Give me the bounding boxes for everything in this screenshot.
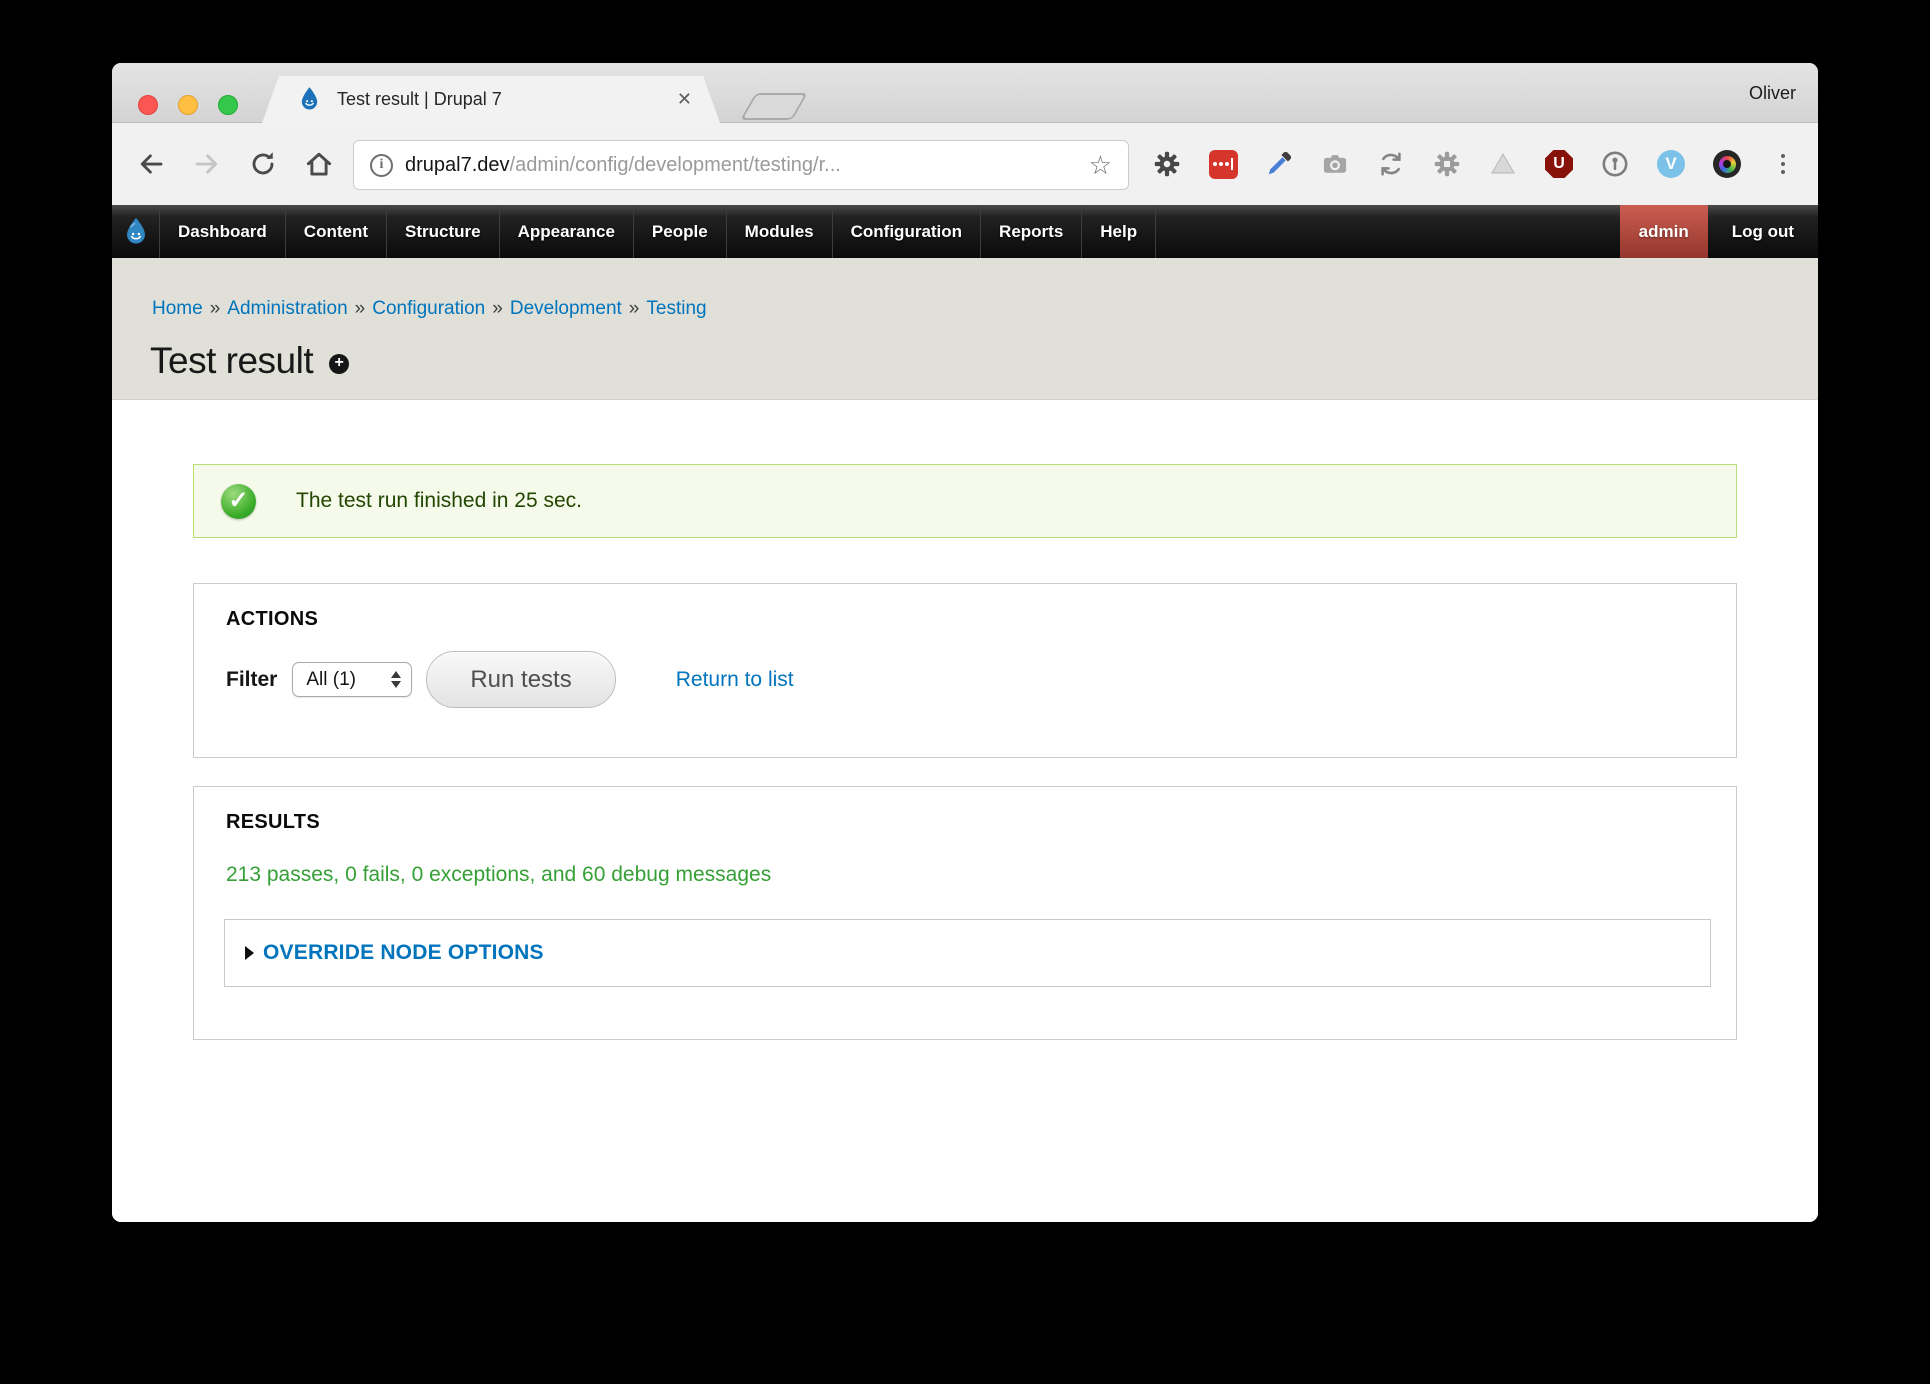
- url-path: /admin/config/development/testing/r...: [510, 154, 1081, 177]
- override-node-options-link[interactable]: OVERRIDE NODE OPTIONS: [263, 941, 544, 965]
- toolbar-item-help[interactable]: Help: [1082, 205, 1156, 258]
- toolbar-item-people[interactable]: People: [634, 205, 727, 258]
- home-icon[interactable]: [304, 149, 334, 179]
- screenshot-camera-icon[interactable]: [1320, 149, 1350, 179]
- breadcrumb-development[interactable]: Development: [510, 298, 622, 319]
- page-content: ✓ The test run finished in 25 sec. ACTIO…: [112, 400, 1818, 1222]
- actions-legend: ACTIONS: [226, 608, 318, 631]
- google-drive-icon[interactable]: [1488, 149, 1518, 179]
- extension-row: U V: [1152, 149, 1798, 179]
- breadcrumb-separator: »: [629, 298, 640, 319]
- filter-select[interactable]: All (1): [292, 662, 412, 697]
- new-tab-button[interactable]: [740, 93, 808, 120]
- lastpass-icon[interactable]: [1208, 149, 1238, 179]
- userscripts-gear-icon[interactable]: [1432, 149, 1462, 179]
- override-node-options-fieldset[interactable]: OVERRIDE NODE OPTIONS: [224, 919, 1711, 987]
- tab-close-icon[interactable]: ✕: [677, 89, 692, 110]
- camera-lens-icon[interactable]: [1712, 149, 1742, 179]
- toolbar-item-content[interactable]: Content: [286, 205, 387, 258]
- close-window-button[interactable]: [138, 95, 158, 115]
- drupal-logo-icon[interactable]: [112, 205, 160, 258]
- results-legend: RESULTS: [226, 811, 320, 834]
- return-to-list-link[interactable]: Return to list: [676, 668, 794, 692]
- page-info-icon[interactable]: i: [370, 154, 393, 177]
- key-vault-icon[interactable]: [1600, 149, 1630, 179]
- toolbar-item-structure[interactable]: Structure: [387, 205, 500, 258]
- actions-fieldset: ACTIONS Filter All (1) Run tests Return …: [193, 583, 1737, 758]
- toolbar-spacer: [1156, 205, 1620, 258]
- browser-titlebar: Test result | Drupal 7 ✕ Oliver: [112, 63, 1818, 123]
- bookmark-star-icon[interactable]: ☆: [1089, 152, 1112, 178]
- minimize-window-button[interactable]: [178, 95, 198, 115]
- toolbar-logout[interactable]: Log out: [1708, 205, 1818, 258]
- eyedropper-icon[interactable]: [1264, 149, 1294, 179]
- browser-nav-toolbar: i drupal7.dev /admin/config/development/…: [112, 123, 1818, 205]
- success-check-icon: ✓: [221, 484, 256, 519]
- drupal-favicon-icon: [296, 86, 323, 113]
- zoom-window-button[interactable]: [218, 95, 238, 115]
- status-message: ✓ The test run finished in 25 sec.: [193, 464, 1737, 538]
- collapsed-arrow-icon: [245, 946, 254, 960]
- page-header: Home » Administration » Configuration » Develo…: [112, 258, 1818, 400]
- browser-profile-name[interactable]: Oliver: [1749, 63, 1796, 123]
- toolbar-item-modules[interactable]: Modules: [727, 205, 833, 258]
- breadcrumb: Home » Administration » Configuration » Develo…: [152, 298, 707, 320]
- vimium-icon[interactable]: V: [1656, 149, 1686, 179]
- back-icon[interactable]: [136, 149, 166, 179]
- browser-window: Test result | Drupal 7 ✕ Oliver i drupa: [112, 63, 1818, 1222]
- toolbar-item-configuration[interactable]: Configuration: [833, 205, 981, 258]
- desktop-background: Test result | Drupal 7 ✕ Oliver i drupa: [0, 0, 1930, 1384]
- forward-icon[interactable]: [192, 149, 222, 179]
- select-arrows-icon: [391, 671, 401, 688]
- add-shortcut-icon[interactable]: +: [329, 354, 349, 374]
- filter-label: Filter: [226, 668, 277, 692]
- breadcrumb-testing[interactable]: Testing: [646, 298, 706, 319]
- address-bar[interactable]: i drupal7.dev /admin/config/development/…: [353, 140, 1129, 190]
- reload-icon[interactable]: [248, 149, 278, 179]
- toolbar-item-dashboard[interactable]: Dashboard: [160, 205, 286, 258]
- browser-tab[interactable]: Test result | Drupal 7 ✕: [262, 76, 720, 123]
- run-tests-button[interactable]: Run tests: [426, 651, 615, 708]
- drupal-admin-toolbar: Dashboard Content Structure Appearance P…: [112, 205, 1818, 258]
- toolbar-item-appearance[interactable]: Appearance: [500, 205, 634, 258]
- results-fieldset: RESULTS 213 passes, 0 fails, 0 exception…: [193, 786, 1737, 1040]
- breadcrumb-home[interactable]: Home: [152, 298, 203, 319]
- tab-title: Test result | Drupal 7: [337, 89, 677, 110]
- chrome-menu-icon[interactable]: [1768, 149, 1798, 179]
- settings-gear-icon[interactable]: [1152, 149, 1182, 179]
- breadcrumb-configuration[interactable]: Configuration: [372, 298, 485, 319]
- filter-select-value: All (1): [306, 669, 391, 691]
- test-pass-summary: 213 passes, 0 fails, 0 exceptions, and 6…: [226, 863, 771, 887]
- breadcrumb-separator: »: [492, 298, 503, 319]
- ublock-origin-icon[interactable]: U: [1544, 149, 1574, 179]
- page-title: Test result: [150, 340, 313, 382]
- breadcrumb-separator: »: [210, 298, 221, 319]
- breadcrumb-administration[interactable]: Administration: [227, 298, 347, 319]
- toolbar-item-reports[interactable]: Reports: [981, 205, 1082, 258]
- session-sync-icon[interactable]: [1376, 149, 1406, 179]
- breadcrumb-separator: »: [355, 298, 366, 319]
- status-message-text: The test run finished in 25 sec.: [296, 489, 582, 513]
- toolbar-user-admin[interactable]: admin: [1620, 205, 1708, 258]
- url-host: drupal7.dev: [405, 154, 510, 177]
